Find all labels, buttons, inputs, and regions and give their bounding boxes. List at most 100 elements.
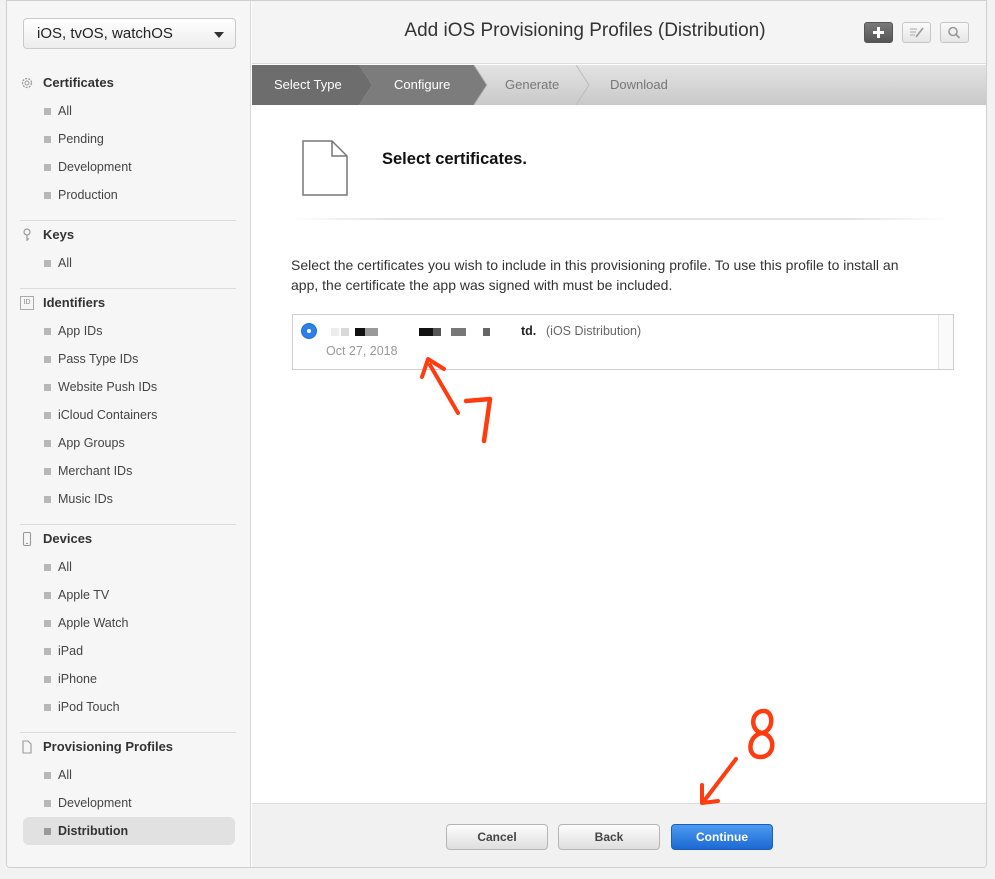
redacted-text [331,328,339,336]
sidebar-item-ipad[interactable]: iPad [7,637,251,665]
gear-icon [21,77,33,89]
certificate-type: (iOS Distribution) [546,324,642,338]
sidebar-heading-certificates[interactable]: Certificates [7,69,251,97]
step-configure: Configure [394,77,451,92]
search-button[interactable] [940,22,969,43]
sidebar-item-certificates-all[interactable]: All [7,97,251,125]
sidebar-item-iphone[interactable]: iPhone [7,665,251,693]
platform-select[interactable]: iOS, tvOS, watchOS [23,18,236,49]
sidebar-item-music-ids[interactable]: Music IDs [7,485,251,513]
redacted-text [483,328,490,336]
back-button[interactable]: Back [558,824,660,850]
annotation-arrow-8 [700,708,775,805]
bullet-icon [44,564,51,571]
content-area: Select certificates. Select the certific… [252,105,986,803]
main-panel: Add iOS Provisioning Profiles (Distribut… [252,1,986,867]
plus-icon [873,27,884,38]
document-icon [22,740,32,754]
section-title: Select certificates. [382,150,527,168]
sidebar-item-keys-all[interactable]: All [7,249,251,277]
annotation-label-8: 8 [760,720,761,721]
bullet-icon [44,648,51,655]
sidebar-item-certificates-production[interactable]: Production [7,181,251,209]
certificate-name: td. [521,324,537,338]
title-bar: Add iOS Provisioning Profiles (Distribut… [252,1,986,64]
redacted-text [341,328,349,336]
bullet-icon [44,620,51,627]
redacted-text [419,328,433,336]
step-generate: Generate [505,77,560,92]
bullet-icon [44,704,51,711]
bullet-icon [44,192,51,199]
sidebar-heading-provisioning-profiles[interactable]: Provisioning Profiles [7,733,251,761]
bullet-icon [44,108,51,115]
edit-button[interactable] [902,22,931,43]
bullet-icon [44,800,51,807]
redacted-text [355,328,365,336]
certificate-list: td. (iOS Distribution) Oct 27, 2018 [292,314,954,370]
sidebar-section-keys: Keys All [7,221,251,277]
continue-button[interactable]: Continue [671,824,773,850]
search-icon [948,26,961,39]
bullet-icon [44,260,51,267]
sidebar-item-website-push-ids[interactable]: Website Push IDs [7,373,251,401]
bullet-icon [44,676,51,683]
bullet-icon [44,136,51,143]
phone-icon [22,532,32,546]
document-icon [302,140,348,196]
bullet-icon [44,772,51,779]
sidebar-item-certificates-development[interactable]: Development [7,153,251,181]
instructions-text: Select the certificates you wish to incl… [291,257,899,293]
key-icon [23,228,31,241]
sidebar-section-provisioning-profiles: Provisioning Profiles All Development Di… [7,733,251,845]
sidebar-item-ipod-touch[interactable]: iPod Touch [7,693,251,721]
bullet-icon [44,412,51,419]
sidebar-item-profiles-distribution[interactable]: Distribution [23,817,235,845]
pencil-icon [910,27,924,38]
sidebar-item-certificates-pending[interactable]: Pending [7,125,251,153]
bullet-icon [44,828,51,835]
bullet-icon [44,496,51,503]
sidebar-item-apple-tv[interactable]: Apple TV [7,581,251,609]
bullet-icon [44,592,51,599]
bullet-icon [44,468,51,475]
redacted-text [365,328,378,336]
chevron-down-icon [214,32,224,38]
redacted-text [451,328,466,336]
sidebar-item-app-groups[interactable]: App Groups [7,429,251,457]
annotation-arrow-7 [420,357,493,444]
sidebar-item-pass-type-ids[interactable]: Pass Type IDs [7,345,251,373]
bullet-icon [44,440,51,447]
step-progress-bar: Select Type Configure Generate Download [252,65,986,105]
bullet-icon [44,328,51,335]
sidebar: iOS, tvOS, watchOS Certificates All Pend… [7,1,251,867]
list-scrollbar[interactable] [938,315,953,369]
certificate-radio[interactable] [302,324,316,338]
step-select-type: Select Type [274,77,342,92]
section-divider [292,218,947,220]
sidebar-item-apple-watch[interactable]: Apple Watch [7,609,251,637]
sidebar-section-certificates: Certificates All Pending Development Pro… [7,69,251,209]
sidebar-item-app-ids[interactable]: App IDs [7,317,251,345]
bullet-icon [44,164,51,171]
sidebar-item-devices-all[interactable]: All [7,553,251,581]
platform-select-value: iOS, tvOS, watchOS [37,25,173,42]
sidebar-heading-keys[interactable]: Keys [7,221,251,249]
step-download: Download [610,77,668,92]
footer-bar: Cancel Back Continue [252,803,986,867]
sidebar-item-profiles-development[interactable]: Development [7,789,251,817]
certificate-row[interactable]: td. (iOS Distribution) Oct 27, 2018 [293,315,938,369]
bullet-icon [44,384,51,391]
annotation-label-7: 7 [520,380,521,381]
add-button[interactable] [864,22,893,43]
sidebar-section-identifiers: ID Identifiers App IDs Pass Type IDs Web… [7,289,251,513]
id-badge-icon: ID [20,296,34,310]
sidebar-item-profiles-all[interactable]: All [7,761,251,789]
sidebar-item-merchant-ids[interactable]: Merchant IDs [7,457,251,485]
sidebar-section-devices: Devices All Apple TV Apple Watch iPad iP… [7,525,251,721]
sidebar-item-icloud-containers[interactable]: iCloud Containers [7,401,251,429]
sidebar-heading-devices[interactable]: Devices [7,525,251,553]
cancel-button[interactable]: Cancel [446,824,548,850]
redacted-text [433,328,441,336]
sidebar-heading-identifiers[interactable]: ID Identifiers [7,289,251,317]
